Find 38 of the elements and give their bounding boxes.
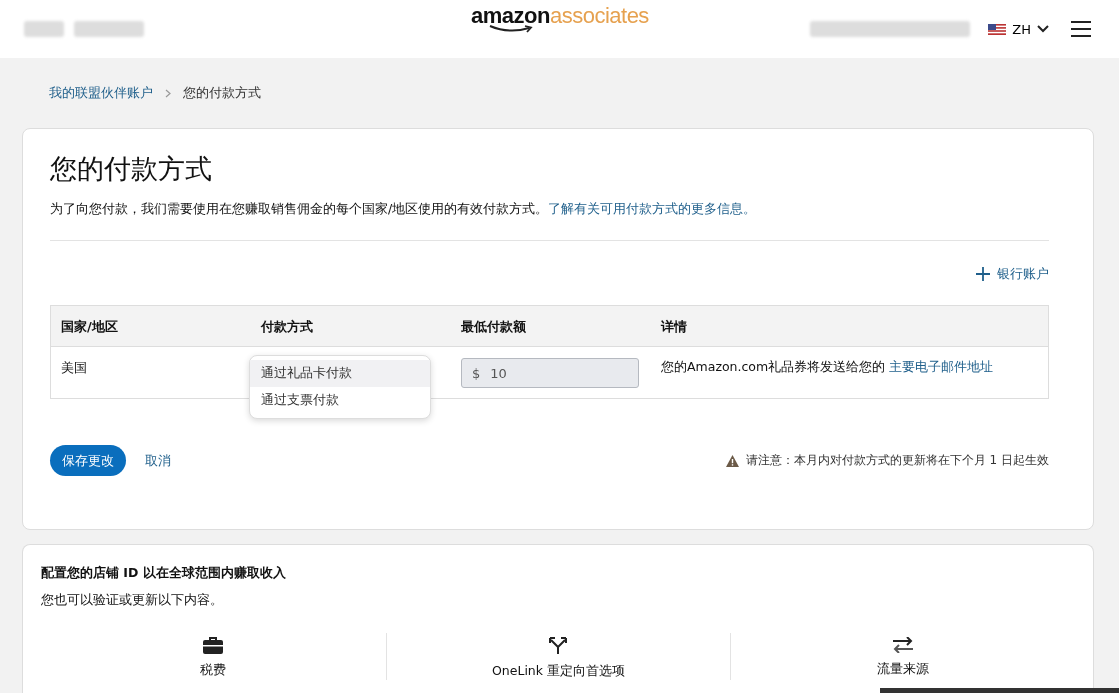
blurred-text: [24, 21, 64, 37]
blurred-text: [74, 21, 144, 37]
column-header: 最低付款额: [460, 318, 527, 336]
column-header: 付款方式: [259, 318, 314, 336]
fork-arrows-icon: [549, 637, 568, 655]
item-label: 税费: [200, 662, 227, 679]
menu-icon: [1071, 21, 1091, 37]
details-text: 您的Amazon.com礼品券将发送给您的: [661, 359, 886, 374]
item-label: OneLink 重定向首选项: [491, 663, 625, 680]
table-cell-text: 美国: [60, 359, 88, 377]
chevron-icon: [165, 88, 171, 98]
dropdown-option[interactable]: 通过支票付款: [250, 387, 430, 414]
section-subtitle: 您也可以验证或更新以下内容。: [41, 592, 224, 609]
info-link[interactable]: 了解有关可用付款方式的更多信息。: [548, 201, 757, 216]
menu-button[interactable]: [1071, 21, 1091, 37]
item-label: 流量来源: [877, 661, 930, 678]
swap-arrows-icon: [893, 637, 914, 653]
plus-icon: [976, 267, 990, 281]
amazon-associates-logo[interactable]: amazonassociates: [471, 4, 649, 33]
breadcrumb-current: 您的付款方式: [183, 84, 261, 102]
column-header: 国家/地区: [60, 318, 119, 336]
email-link[interactable]: 主要电子邮件地址: [889, 359, 994, 374]
minimum-amount-field[interactable]: $ 10: [461, 358, 639, 388]
chevron-down-icon: [1037, 25, 1049, 33]
breadcrumb-link[interactable]: 我的联盟伙伴账户: [49, 84, 153, 102]
add-bank-account-button[interactable]: 银行账户: [976, 265, 1049, 283]
column-header: 详情: [659, 318, 688, 336]
dropdown-option[interactable]: 通过礼品卡付款: [250, 360, 430, 387]
flag-icon: [988, 23, 1007, 35]
save-button[interactable]: 保存更改: [50, 445, 126, 476]
language-selector[interactable]: ZH: [988, 21, 1049, 37]
briefcase-icon: [203, 637, 224, 654]
cancel-link[interactable]: 取消: [145, 451, 171, 470]
intro-text: 为了向您付款，我们需要使用在您赚取销售佣金的每个国家/地区使用的有效付款方式。了解有关可用付款方式的更多信息。: [50, 201, 758, 218]
notice-text: 请注意：本月内对付款方式的更新将在下个月 1 日起生效: [745, 452, 1049, 469]
page-title: 您的付款方式: [50, 152, 213, 186]
section-title: 配置您的店铺 ID 以在全球范围内赚取收入: [41, 565, 287, 582]
warning-icon: [725, 454, 739, 467]
